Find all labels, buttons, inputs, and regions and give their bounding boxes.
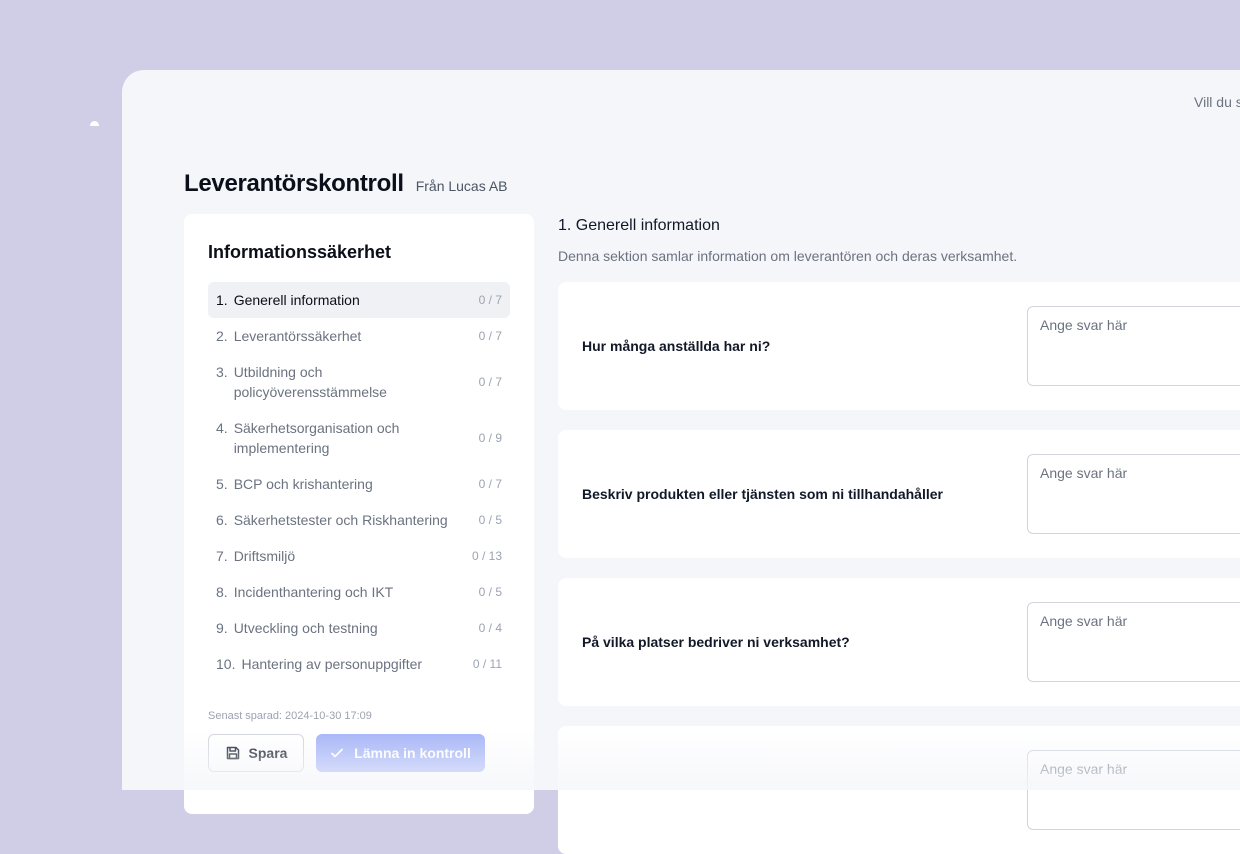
nav-number: 10.	[216, 656, 236, 672]
nav-label: BCP och krishantering	[233, 476, 373, 492]
decorative-dot	[90, 121, 99, 126]
save-label: Spara	[248, 745, 288, 761]
nav-number: 4.	[216, 420, 228, 436]
question-text: Hur många anställda har ni?	[582, 338, 771, 354]
nav-item-driftsmiljo[interactable]: 7. Driftsmiljö 0 / 13	[208, 538, 510, 574]
nav-count: 0 / 7	[478, 293, 502, 307]
submit-label: Lämna in kontroll	[354, 745, 471, 761]
nav-count: 0 / 4	[478, 621, 502, 635]
save-icon	[226, 746, 239, 760]
app-panel: Vill du s Leverantörskontroll Från Lucas…	[122, 70, 1240, 854]
nav-label: Incidenthantering och IKT	[233, 584, 394, 600]
nav-count: 0 / 5	[478, 513, 502, 527]
nav-count: 0 / 13	[471, 549, 502, 563]
nav-label: Hantering av personuppgifter	[241, 656, 423, 672]
nav-item-sakerhetstester[interactable]: 6. Säkerhetstester och Riskhantering 0 / …	[208, 502, 510, 538]
page-title: Leverantörskontroll	[184, 170, 404, 197]
nav-count: 0 / 11	[472, 657, 502, 671]
question-card: På vilka platser bedriver ni verksamhet?…	[558, 578, 1240, 706]
page-header: Leverantörskontroll Från Lucas AB	[184, 170, 508, 198]
section-description: Denna sektion samlar information om leve…	[558, 248, 1018, 264]
save-button[interactable]: Spara	[208, 734, 304, 772]
nav-number: 8.	[216, 584, 228, 600]
question-card: Beskriv produkten eller tjänsten som ni …	[558, 430, 1240, 558]
nav-item-sakerhetsorganisation[interactable]: 4. Säkerhetsorganisation och implementeri…	[208, 410, 510, 466]
section-title: 1. Generell information	[558, 217, 720, 234]
nav-label: Leverantörssäkerhet	[233, 328, 362, 344]
nav-number: 6.	[216, 512, 228, 528]
nav-number: 2.	[216, 328, 228, 344]
nav-number: 3.	[216, 364, 228, 380]
nav-number: 7.	[216, 548, 228, 564]
nav-item-utveckling[interactable]: 9. Utveckling och testning 0 / 4	[208, 610, 510, 646]
nav-item-utbildning[interactable]: 3. Utbildning och policyöverensstämmelse …	[208, 354, 510, 410]
answer-input[interactable]: Ange svar här	[1027, 454, 1240, 534]
sidebar-heading: Informationssäkerhet	[208, 242, 392, 262]
top-right-prompt[interactable]: Vill du s	[1194, 94, 1240, 110]
nav-count: 0 / 7	[478, 477, 502, 491]
nav-count: 0 / 7	[478, 329, 502, 343]
nav-item-incidenthantering[interactable]: 8. Incidenthantering och IKT 0 / 5	[208, 574, 510, 610]
answer-input[interactable]: Ange svar här	[1027, 602, 1240, 682]
nav-item-leverantorssakerhet[interactable]: 2. Leverantörssäkerhet 0 / 7	[208, 318, 510, 354]
from-label: Från Lucas AB	[415, 178, 508, 194]
nav-count: 0 / 9	[478, 431, 502, 445]
nav-item-personuppgifter[interactable]: 10. Hantering av personuppgifter 0 / 11	[208, 646, 510, 682]
nav-label: Driftsmiljö	[233, 548, 296, 564]
nav-item-generell-information[interactable]: 1. Generell information 0 / 7	[208, 282, 510, 318]
nav-item-bcp[interactable]: 5. BCP och krishantering 0 / 7	[208, 466, 510, 502]
question-text: På vilka platser bedriver ni verksamhet?	[582, 634, 850, 650]
answer-input[interactable]: Ange svar här	[1027, 750, 1240, 830]
nav-label: Säkerhetsorganisation och implementering	[233, 420, 400, 456]
submit-button[interactable]: Lämna in kontroll	[316, 734, 485, 772]
nav-number: 9.	[216, 620, 228, 636]
nav-count: 0 / 5	[478, 585, 502, 599]
nav-number: 5.	[216, 476, 228, 492]
question-card: Ange svar här	[558, 726, 1240, 854]
question-text: Beskriv produkten eller tjänsten som ni …	[582, 486, 943, 502]
nav-label: Säkerhetstester och Riskhantering	[233, 512, 448, 528]
answer-input[interactable]: Ange svar här	[1027, 306, 1240, 386]
nav-label: Utveckling och testning	[233, 620, 378, 636]
nav-label: Utbildning och policyöverensstämmelse	[233, 364, 387, 400]
nav-count: 0 / 7	[478, 375, 502, 389]
sidebar: Informationssäkerhet 1. Generell informat…	[184, 214, 534, 814]
check-icon	[331, 748, 344, 758]
nav-number: 1.	[216, 292, 228, 308]
question-card: Hur många anställda har ni? Ange svar hä…	[558, 282, 1240, 410]
nav-label: Generell information	[233, 292, 360, 308]
last-saved-text: Senast sparad: 2024-10-30 17:09	[208, 710, 372, 722]
section-nav: 1. Generell information 0 / 7 2. Leverantö…	[208, 282, 510, 682]
